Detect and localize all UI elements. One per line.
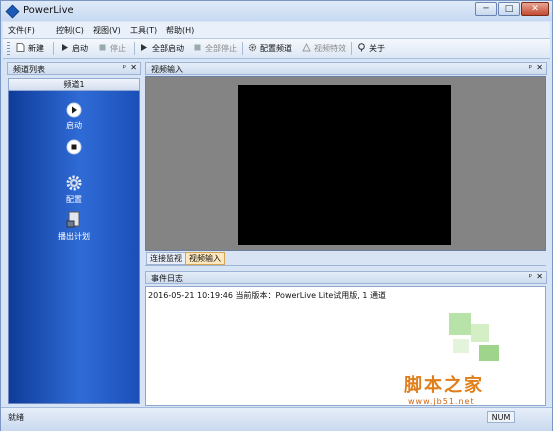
main-window: PowerLive ─ □ ✕ 文件(F) 控制(C) 视图(V) 工具(T) …	[0, 0, 553, 431]
channel-tab[interactable]: 频道1	[8, 78, 140, 91]
menu-control[interactable]: 控制(C)	[56, 25, 84, 36]
watermark-url: www.jb51.net	[408, 397, 475, 406]
start-label: 启动	[72, 44, 88, 53]
maximize-button[interactable]: □	[498, 2, 520, 16]
stop-all-button[interactable]: 全部停止	[193, 43, 237, 54]
video-tabs: 连接监视 视频输入	[145, 251, 546, 266]
tab-connection-monitor[interactable]: 连接监视	[146, 252, 186, 265]
menu-file[interactable]: 文件(F)	[8, 25, 35, 36]
stop-icon	[99, 44, 106, 51]
stop-icon	[66, 139, 82, 155]
menu-tools[interactable]: 工具(T)	[130, 25, 157, 36]
gear-icon	[248, 43, 257, 52]
menu-bar: 文件(F) 控制(C) 视图(V) 工具(T) 帮助(H)	[3, 22, 550, 39]
toolbar-separator	[134, 42, 135, 55]
config-action[interactable]: 配置	[8, 174, 140, 205]
config-channel-button[interactable]: 配置频道	[248, 43, 292, 54]
play-icon	[62, 44, 68, 51]
start-action-label: 启动	[66, 121, 82, 130]
stop-button[interactable]: 停止	[98, 43, 126, 54]
num-lock-indicator: NUM	[487, 411, 515, 423]
effects-icon	[302, 43, 311, 52]
video-panel-header: 视频输入 ᵖ ✕	[145, 62, 547, 75]
pin-icon[interactable]: ᵖ	[529, 63, 532, 72]
toolbar-separator	[351, 42, 352, 55]
window-title: PowerLive	[23, 5, 74, 16]
stop-action[interactable]	[8, 139, 140, 157]
config-channel-label: 配置频道	[260, 44, 292, 53]
pin-icon[interactable]: ᵖ	[529, 272, 532, 281]
close-icon[interactable]: ✕	[536, 63, 543, 72]
toolbar-separator	[242, 42, 243, 55]
schedule-action-label: 播出计划	[58, 232, 90, 241]
watermark-block	[479, 345, 499, 361]
about-label: 关于	[369, 44, 385, 53]
new-icon	[16, 43, 25, 52]
new-button[interactable]: 新建	[16, 43, 44, 54]
minimize-button[interactable]: ─	[475, 2, 497, 16]
start-all-label: 全部启动	[152, 44, 184, 53]
video-panel-title: 视频输入	[151, 65, 183, 74]
video-effects-label: 视频特效	[314, 44, 346, 53]
app-icon	[5, 4, 20, 19]
play-all-icon	[141, 44, 147, 51]
channel-panel-header: 频道列表 ᵖ ✕	[7, 62, 141, 75]
title-bar[interactable]: PowerLive ─ □ ✕	[1, 1, 552, 21]
log-panel-title: 事件日志	[151, 274, 183, 283]
watermark-block	[449, 313, 471, 335]
status-text: 就绪	[8, 413, 24, 422]
tab-video-input[interactable]: 视频输入	[185, 252, 225, 265]
close-icon[interactable]: ✕	[130, 63, 137, 72]
watermark-block	[453, 339, 469, 353]
start-all-button[interactable]: 全部启动	[140, 43, 184, 54]
close-icon[interactable]: ✕	[536, 272, 543, 281]
status-bar: 就绪 NUM	[1, 407, 552, 431]
log-entry: 2016-05-21 10:19:46 当前版本：PowerLive Lite试…	[148, 291, 387, 300]
document-icon	[66, 211, 80, 228]
video-effects-button[interactable]: 视频特效	[302, 43, 346, 54]
schedule-action[interactable]: 播出计划	[8, 211, 140, 242]
gear-icon	[66, 175, 82, 191]
watermark-text: 脚本之家	[404, 375, 484, 396]
start-action[interactable]: 启动	[8, 102, 140, 131]
menu-view[interactable]: 视图(V)	[93, 25, 121, 36]
start-button[interactable]: 启动	[60, 43, 88, 54]
toolbar-separator	[53, 42, 54, 55]
watermark-block	[471, 324, 489, 342]
stop-all-label: 全部停止	[205, 44, 237, 53]
new-label: 新建	[28, 44, 44, 53]
stop-label: 停止	[110, 44, 126, 53]
play-icon	[66, 102, 82, 118]
toolbar-grip[interactable]	[7, 42, 10, 55]
pin-icon[interactable]: ᵖ	[123, 63, 126, 72]
stop-all-icon	[194, 44, 201, 51]
about-button[interactable]: 关于	[357, 43, 385, 54]
close-button[interactable]: ✕	[521, 2, 549, 16]
help-icon	[358, 43, 365, 52]
log-panel-header: 事件日志 ᵖ ✕	[145, 271, 547, 284]
menu-help[interactable]: 帮助(H)	[166, 25, 194, 36]
config-action-label: 配置	[66, 195, 82, 204]
video-preview	[238, 85, 451, 245]
channel-panel-title: 频道列表	[13, 65, 45, 74]
toolbar: 新建 启动 停止 全部启动 全部停止 配置频道 视频特效 关于	[3, 39, 550, 59]
